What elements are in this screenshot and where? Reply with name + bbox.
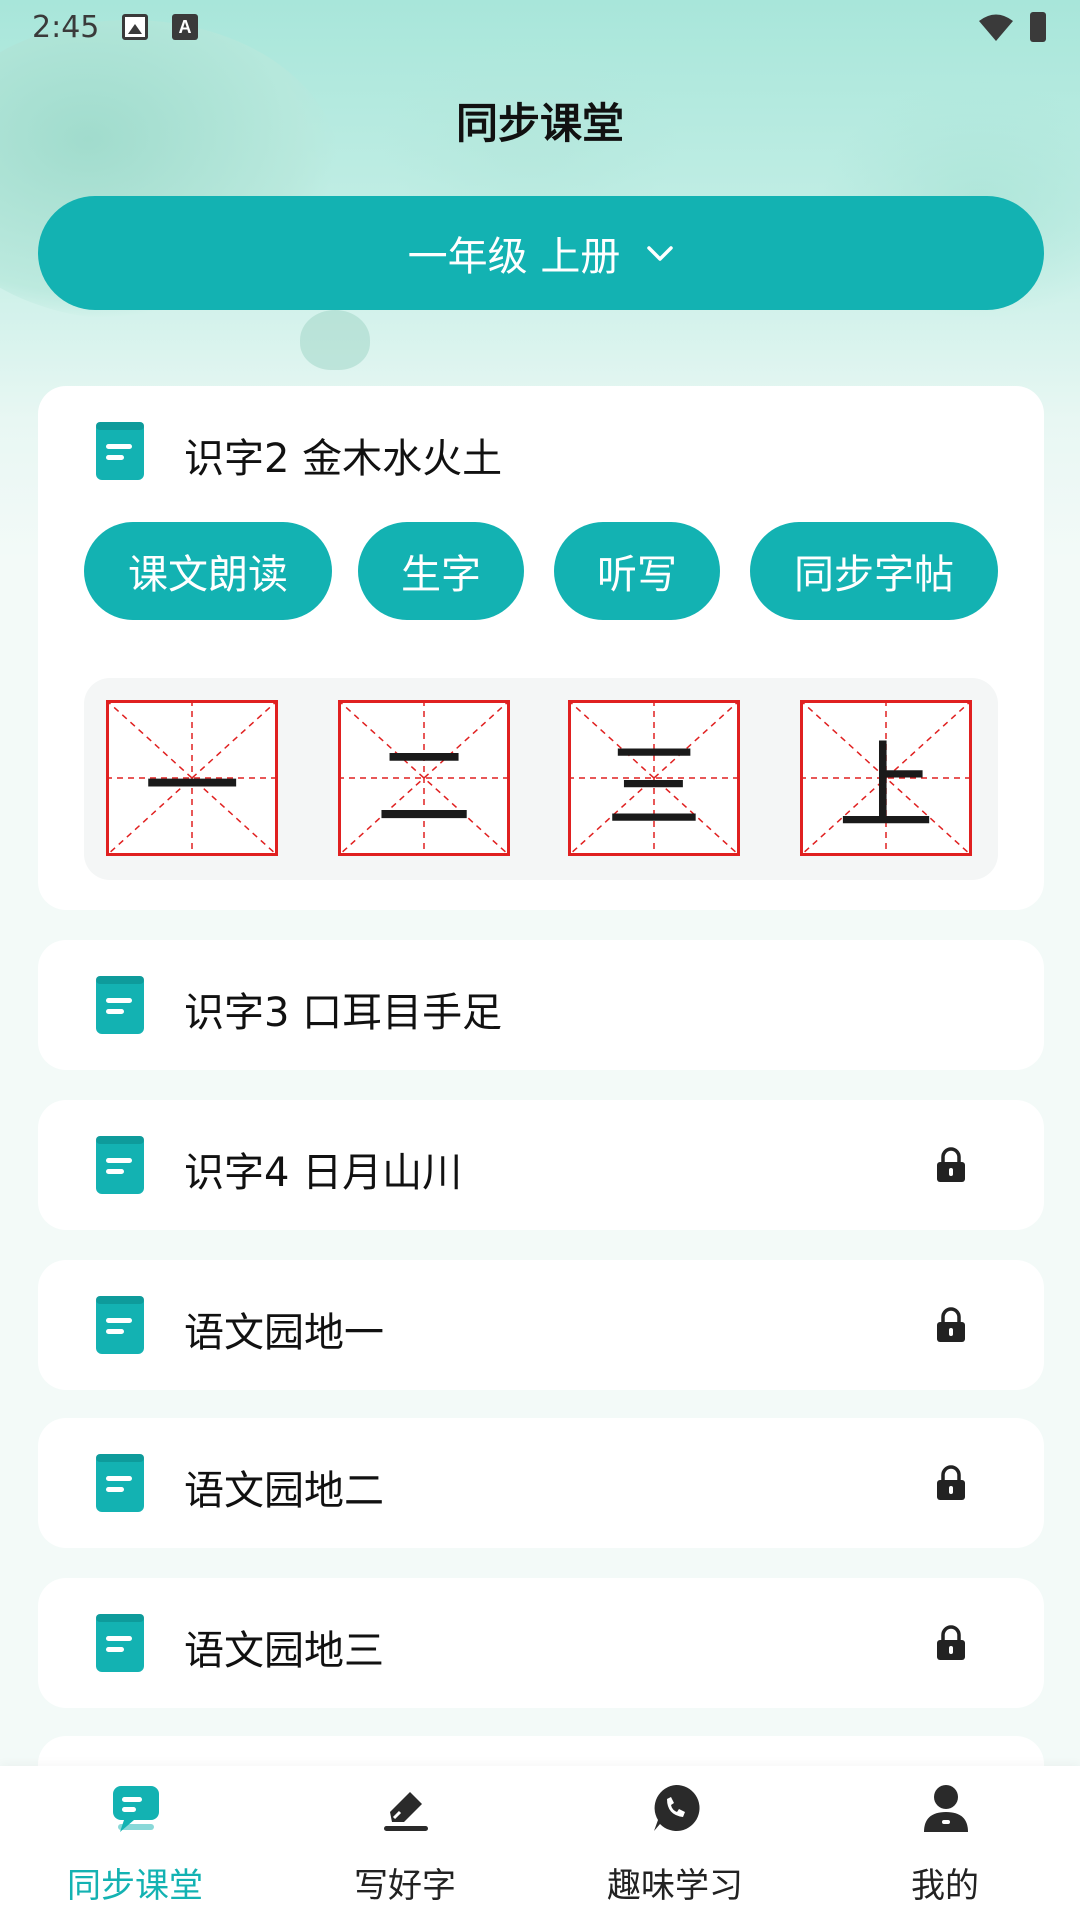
page-title: 同步课堂	[455, 99, 624, 148]
character-grid-cell[interactable]: 二	[337, 699, 511, 857]
character-grid-cell[interactable]: 三	[567, 699, 741, 857]
lesson-title: 语文园地一	[184, 1310, 384, 1356]
lock-icon	[937, 1147, 965, 1182]
lesson-card[interactable]: 语文园地三	[38, 1578, 1044, 1708]
image-icon	[122, 14, 148, 40]
lotus-pod-decoration	[300, 310, 370, 370]
tab-label: 我的	[911, 1866, 979, 1906]
tab-write-characters[interactable]: 写好字	[270, 1766, 540, 1920]
lesson-title: 识字2 金木水火土	[184, 436, 503, 482]
tab-label: 趣味学习	[607, 1866, 743, 1906]
tab-sync-classroom[interactable]: 同步课堂	[0, 1766, 270, 1920]
read-text-button[interactable]: 课文朗读	[84, 522, 332, 620]
lesson-card[interactable]: 语文园地一	[38, 1260, 1044, 1390]
lesson-title: 识字3 口耳目手足	[184, 990, 503, 1036]
wifi-icon	[979, 14, 1013, 41]
book-icon	[96, 1454, 144, 1512]
phone-bubble-icon	[654, 1784, 700, 1831]
book-icon	[96, 1136, 144, 1194]
tab-label: 同步课堂	[67, 1866, 203, 1906]
character-grid-cell[interactable]: 上	[799, 699, 973, 857]
grade-selector-label: 一年级 上册	[407, 234, 621, 280]
book-icon	[96, 422, 144, 480]
status-time: 2:45	[32, 10, 100, 45]
copybook-button[interactable]: 同步字帖	[750, 522, 998, 620]
lock-icon	[937, 1625, 965, 1660]
book-icon	[96, 976, 144, 1034]
lock-icon	[937, 1465, 965, 1500]
character-grid-panel: 一 二 三 上	[84, 678, 998, 880]
lesson-title: 语文园地二	[184, 1468, 384, 1514]
person-icon	[924, 1785, 968, 1832]
battery-charging-icon	[1030, 12, 1046, 42]
status-bar: 2:45 A	[0, 0, 1080, 56]
tab-label: 写好字	[354, 1866, 456, 1906]
lesson-header[interactable]: 识字2 金木水火土	[38, 386, 1044, 516]
eraser-write-icon	[384, 1792, 428, 1831]
grid-character: 一	[144, 730, 240, 843]
bottom-tab-bar: 同步课堂 写好字 趣味学习 我的	[0, 1766, 1080, 1920]
grid-character: 二	[376, 730, 472, 843]
chevron-down-icon	[647, 246, 674, 261]
new-words-button[interactable]: 生字	[358, 522, 524, 620]
lesson-card[interactable]: 识字4 日月山川	[38, 1100, 1044, 1230]
lesson-card[interactable]: 识字3 口耳目手足	[38, 940, 1044, 1070]
dictation-button[interactable]: 听写	[554, 522, 720, 620]
lesson-actions: 课文朗读 生字 听写 同步字帖	[84, 522, 998, 620]
keyboard-a-icon: A	[172, 14, 198, 40]
grid-character: 上	[838, 730, 934, 843]
lock-icon	[937, 1307, 965, 1342]
tab-fun-learning[interactable]: 趣味学习	[540, 1766, 810, 1920]
book-icon	[96, 1296, 144, 1354]
grade-selector[interactable]: 一年级 上册	[38, 196, 1044, 310]
book-icon	[96, 1614, 144, 1672]
lesson-card-expanded: 识字2 金木水火土 课文朗读 生字 听写 同步字帖 一 二 三 上	[38, 386, 1044, 910]
tab-mine[interactable]: 我的	[810, 1766, 1080, 1920]
character-grid-cell[interactable]: 一	[105, 699, 279, 857]
lesson-title: 识字4 日月山川	[184, 1150, 463, 1196]
classroom-chat-icon	[113, 1786, 159, 1832]
lesson-card[interactable]: 语文园地二	[38, 1418, 1044, 1548]
lesson-title: 语文园地三	[184, 1628, 384, 1674]
grid-character: 三	[606, 730, 702, 843]
